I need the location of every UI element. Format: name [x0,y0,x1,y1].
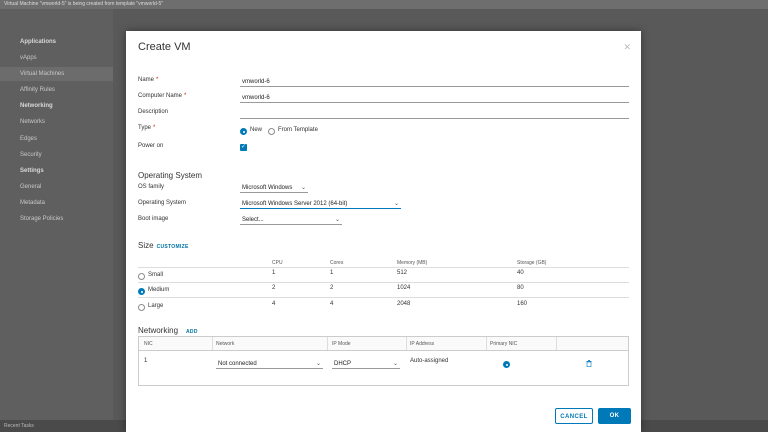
size-header-storage: Storage (GB) [517,260,547,266]
computer-name-label: Computer Name * [138,93,187,99]
size-medium-cores: 2 [330,285,334,291]
nic-network-select[interactable]: Not connected ⌄ [216,359,323,369]
sidebar-item-general[interactable]: General [20,184,41,190]
type-new-label: New [250,127,263,133]
chevron-down-icon: ⌄ [334,217,340,223]
size-small-cores: 1 [330,270,334,276]
size-large-label: Large [148,303,164,309]
os-family-select[interactable]: Microsoft Windows ⌄ [240,183,308,193]
notification-text: Virtual Machine "vmworld-5" is being cre… [4,1,164,7]
size-large-cpu: 4 [272,301,276,307]
sidebar-item-virtual-machines[interactable]: Virtual Machines [20,71,64,77]
boot-image-label: Boot image [138,216,169,222]
type-template-label: From Template [278,127,318,133]
size-header-cores: Cores [330,260,344,266]
sidebar-item-storage-policies[interactable]: Storage Policies [20,216,63,222]
ok-button[interactable]: OK [598,408,631,424]
sidebar-item-edges[interactable]: Edges [20,136,37,142]
sidebar-item-security[interactable]: Security [20,152,42,158]
size-medium-storage: 80 [517,285,524,291]
sidebar-item-affinity-rules[interactable]: Affinity Rules [20,87,55,93]
nic-ip-mode-select[interactable]: DHCP ⌄ [332,359,400,369]
power-on-checkbox[interactable]: ✓ [240,144,247,151]
customize-link[interactable]: CUSTOMIZE [157,244,189,250]
networking-section-title: Networking ADD [138,326,198,335]
nic-header-nic: NIC [144,341,153,347]
column-divider [486,337,487,350]
os-label: Operating System [138,200,187,206]
nic-ip-address: Auto-assigned [410,358,449,364]
name-label: Name * [138,77,159,83]
nic-header-primary: Primary NIC [490,341,518,347]
chevron-down-icon: ⌄ [315,361,321,367]
description-input[interactable] [240,109,629,119]
description-label: Description [138,109,169,115]
type-template-radio[interactable] [268,128,275,135]
size-large-storage: 160 [517,301,528,307]
nic-number: 1 [144,358,148,364]
size-small-label: Small [148,272,164,278]
size-medium-memory: 1024 [397,285,411,291]
size-medium-cpu: 2 [272,285,276,291]
close-icon[interactable]: ✕ [623,42,631,53]
os-select[interactable]: Microsoft Windows Server 2012 (64-bit) ⌄ [240,199,401,209]
cancel-button[interactable]: CANCEL [555,408,593,424]
os-section-title: Operating System [138,171,203,180]
recent-tasks-label: Recent Tasks [4,423,34,429]
nic-header-ip-mode: IP Mode [332,341,351,347]
size-header-divider [138,267,629,268]
column-divider [212,337,213,350]
size-row-divider [138,282,629,283]
size-small-radio[interactable] [138,273,145,280]
size-medium-label: Medium [148,287,170,293]
trash-icon[interactable] [586,360,592,369]
column-divider [406,337,407,350]
size-large-memory: 2048 [397,301,411,307]
size-medium-radio[interactable] [138,288,145,295]
nic-table: NIC Network IP Mode IP Address Primary N… [138,336,629,386]
notification-bar: Virtual Machine "vmworld-5" is being cre… [0,0,768,9]
column-divider [556,337,557,350]
size-header-cpu: CPU [272,260,283,266]
nic-table-header: NIC Network IP Mode IP Address Primary N… [139,337,628,351]
size-header-memory: Memory (MB) [397,260,428,266]
sidebar-item-networking[interactable]: Networking [20,103,53,109]
dialog-title: Create VM [138,41,191,53]
nic-header-network: Network [216,341,235,347]
type-new-radio[interactable] [240,128,247,135]
primary-nic-radio[interactable] [503,361,510,368]
sidebar-item-networks[interactable]: Networks [20,119,45,125]
sidebar-item-applications[interactable]: Applications [20,39,56,45]
chevron-down-icon: ⌄ [393,201,399,207]
chevron-down-icon: ⌄ [300,185,306,191]
name-input[interactable]: vmworld-6 [240,77,629,87]
power-on-label: Power on [138,143,164,149]
size-small-memory: 512 [397,270,408,276]
sidebar-item-metadata[interactable]: Metadata [20,200,45,206]
sidebar: Applications vApps Virtual Machines Affi… [0,9,113,420]
size-small-cpu: 1 [272,270,276,276]
computer-name-input[interactable]: vmworld-6 [240,93,629,103]
create-vm-dialog: Create VM ✕ Name * vmworld-6 Computer Nam… [126,31,641,432]
add-nic-link[interactable]: ADD [186,329,198,335]
sidebar-item-vapps[interactable]: vApps [20,55,37,61]
column-divider [327,337,328,350]
size-large-cores: 4 [330,301,334,307]
type-label: Type * [138,125,156,131]
nic-header-ip-address: IP Address [410,341,435,347]
size-large-radio[interactable] [138,304,145,311]
size-small-storage: 40 [517,270,524,276]
size-row-divider [138,297,629,298]
boot-image-select[interactable]: Select... ⌄ [240,215,342,225]
sidebar-item-settings[interactable]: Settings [20,168,44,174]
os-family-label: OS family [138,184,165,190]
size-section-title: Size CUSTOMIZE [138,241,189,250]
chevron-down-icon: ⌄ [392,361,398,367]
